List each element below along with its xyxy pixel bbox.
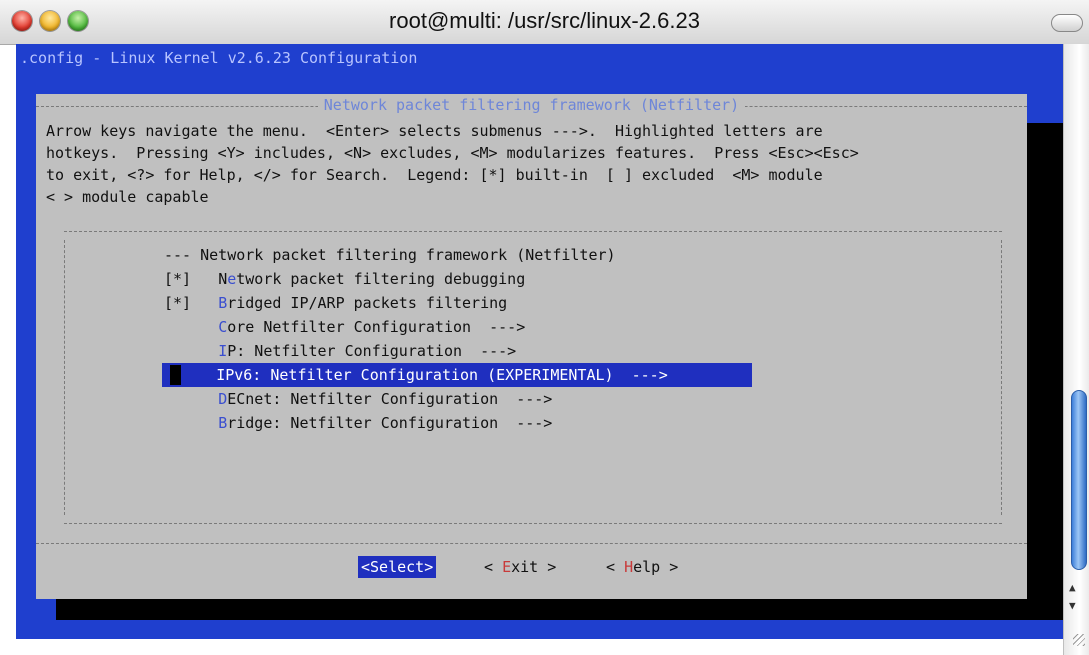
menu-item-label: Network packet filtering framework (Netf… — [200, 246, 616, 264]
exit-button[interactable]: < Exit > — [484, 556, 556, 578]
window-title: root@multi: /usr/src/linux-2.6.23 — [389, 8, 700, 33]
menu-item-indent — [164, 390, 218, 408]
menu-item-core-netfilter[interactable]: Core Netfilter Configuration ---> — [164, 315, 525, 339]
menu-item-label: IPv6: Netfilter Configuration (EXPERIMEN… — [216, 366, 668, 384]
instruction-line: to exit, <?> for Help, </> for Search. L… — [46, 166, 823, 184]
window-titlebar[interactable]: root@multi: /usr/src/linux-2.6.23 — [0, 0, 1089, 45]
menu-item-label: P: Netfilter Configuration ---> — [227, 342, 517, 360]
menu-item-checkbox: [*] — [164, 270, 219, 288]
instruction-line: < > module capable — [46, 188, 209, 206]
menu-item-hotkey: C — [218, 318, 228, 336]
netfilter-dialog: Network packet filtering framework (Netf… — [36, 94, 1027, 599]
menu-item-indent — [164, 414, 218, 432]
menu-item-ip-netfilter[interactable]: IP: Netfilter Configuration ---> — [164, 339, 516, 363]
menu-item-bridge-netfilter[interactable]: Bridge: Netfilter Configuration ---> — [164, 411, 552, 435]
menu-list: --- Network packet filtering framework (… — [64, 231, 1002, 524]
menu-left-border — [64, 240, 65, 515]
instructions: Arrow keys navigate the menu. <Enter> se… — [46, 120, 1021, 208]
exit-button-label: xit > — [511, 558, 557, 576]
menu-item-hotkey: e — [227, 270, 237, 288]
dialog-title-text: Network packet filtering framework (Netf… — [317, 96, 746, 114]
help-button-left: < — [606, 558, 625, 576]
menu-item-label-start: N — [218, 270, 228, 288]
scrollbar-thumb[interactable] — [1071, 390, 1087, 570]
menu-item-hotkey: D — [218, 390, 228, 408]
toolbar-toggle-button[interactable] — [1051, 14, 1083, 32]
terminal-area[interactable]: .config - Linux Kernel v2.6.23 Configura… — [16, 44, 1063, 639]
scroll-up-arrow-icon[interactable]: ▲ — [1069, 582, 1076, 594]
menu-item-hotkey: B — [218, 414, 228, 432]
scroll-down-arrow-icon[interactable]: ▼ — [1069, 600, 1076, 612]
help-button-label: elp > — [633, 558, 679, 576]
instruction-line: hotkeys. Pressing <Y> includes, <N> excl… — [46, 144, 859, 162]
menu-item-label: ore Netfilter Configuration ---> — [227, 318, 526, 336]
help-button[interactable]: < Help > — [606, 556, 678, 578]
menu-item-hotkey: B — [218, 294, 228, 312]
menu-item-label: ECnet: Netfilter Configuration ---> — [227, 390, 553, 408]
menu-item-netfilter-framework[interactable]: --- Network packet filtering framework (… — [164, 243, 616, 267]
menu-item-label: twork packet filtering debugging — [236, 270, 526, 288]
vertical-scrollbar[interactable]: ▲ ▼ — [1063, 44, 1089, 655]
instruction-line: Arrow keys navigate the menu. <Enter> se… — [46, 122, 823, 140]
menu-item-debugging[interactable]: [*] Network packet filtering debugging — [164, 267, 525, 291]
menu-item-label: ridged IP/ARP packets filtering — [227, 294, 508, 312]
menu-right-border — [1001, 240, 1002, 515]
menu-item-prefix: --- — [164, 246, 201, 264]
menu-item-label: ridge: Netfilter Configuration ---> — [227, 414, 553, 432]
menu-item-decnet-netfilter[interactable]: DECnet: Netfilter Configuration ---> — [164, 387, 552, 411]
text-cursor — [170, 365, 181, 385]
resize-grip-icon[interactable] — [1073, 634, 1085, 646]
button-bar-top-rule — [36, 543, 1027, 544]
exit-button-left: < — [484, 558, 503, 576]
menu-item-ipv6-netfilter[interactable]: IPv6: Netfilter Configuration (EXPERIMEN… — [162, 363, 752, 387]
menu-item-hotkey: I — [218, 342, 228, 360]
dialog-title: Network packet filtering framework (Netf… — [36, 96, 1027, 114]
menu-item-bridged-filtering[interactable]: [*] Bridged IP/ARP packets filtering — [164, 291, 507, 315]
menu-item-indent — [164, 318, 218, 336]
menu-item-indent — [164, 342, 218, 360]
button-bar: <Select> < Exit > < Help > — [36, 556, 1027, 580]
menuconfig-header: .config - Linux Kernel v2.6.23 Configura… — [20, 49, 418, 67]
exit-button-hotkey: E — [502, 558, 512, 576]
help-button-hotkey: H — [624, 558, 634, 576]
select-button[interactable]: <Select> — [358, 556, 437, 578]
menu-item-checkbox: [*] — [164, 294, 219, 312]
dialog-shadow-right — [1027, 123, 1063, 593]
